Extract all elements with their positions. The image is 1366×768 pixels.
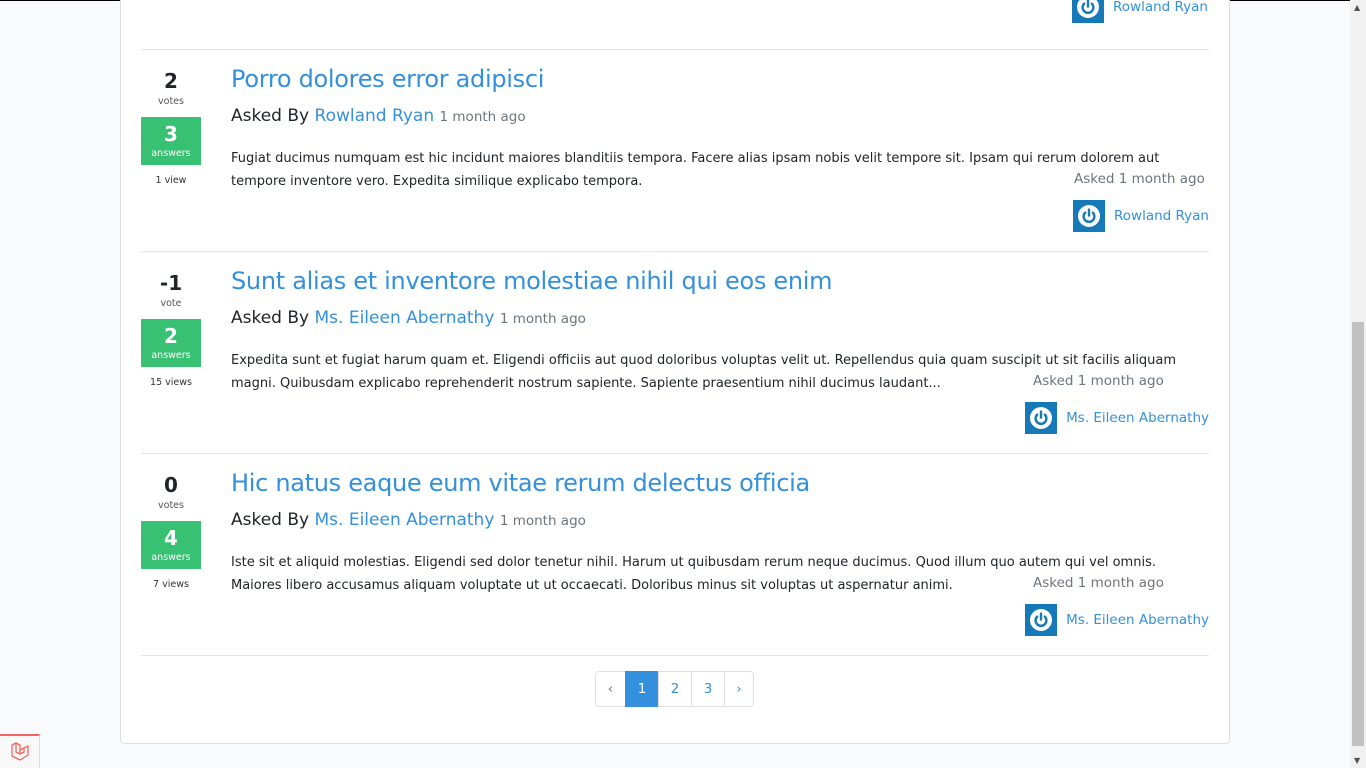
answers-count: 2 [164, 324, 178, 348]
question-title-link[interactable]: Porro dolores error adipisci [231, 65, 544, 93]
answers-label: answers [151, 148, 191, 159]
views-count: 1 view [155, 175, 187, 186]
question-item: -1 vote 2 answers 15 views Sunt alias et… [141, 251, 1209, 453]
pagination-page-1[interactable]: 1 [625, 671, 659, 707]
question-counters: 2 votes 3 answers 1 view [141, 49, 201, 186]
question-counters: -1 vote 2 answers 15 views [141, 251, 201, 388]
pagination-page-2[interactable]: 2 [658, 671, 692, 707]
answers-label: answers [151, 552, 191, 563]
scroll-down-arrow-icon[interactable]: ▼ [1354, 756, 1360, 765]
power-icon [1030, 609, 1053, 631]
power-icon [1078, 205, 1101, 227]
vertical-scrollbar[interactable]: ▲ ▼ [1350, 0, 1366, 768]
author-link[interactable]: Rowland Ryan [315, 106, 435, 126]
avatar [1072, 0, 1105, 23]
avatar [1025, 604, 1058, 636]
power-icon [1077, 0, 1100, 18]
asked-meta: Asked 1 month ago [1033, 575, 1164, 591]
divider [141, 655, 1209, 656]
question-author[interactable]: Ms. Eileen Abernathy [1025, 402, 1209, 434]
answers-badge: 2 answers [141, 319, 201, 367]
pagination-next[interactable]: › [724, 671, 754, 707]
asked-by-line: Asked By Ms. Eileen Abernathy 1 month ag… [231, 308, 586, 328]
pagination: ‹ 1 2 3 › [595, 671, 754, 707]
votes-count: 2 [164, 69, 178, 93]
author-link[interactable]: Rowland Ryan [1113, 0, 1208, 15]
pagination-page-3[interactable]: 3 [691, 671, 725, 707]
asked-time: 1 month ago [499, 513, 586, 529]
question-item: 2 votes 3 answers 1 view Porro dolores e… [141, 49, 1209, 251]
views-count: 15 views [150, 377, 192, 388]
question-author[interactable]: Ms. Eileen Abernathy [1025, 604, 1209, 636]
question-body: Sunt alias et inventore molestiae nihil … [231, 251, 1209, 453]
scroll-up-arrow-icon[interactable]: ▲ [1354, 3, 1360, 12]
author-link[interactable]: Ms. Eileen Abernathy [315, 510, 495, 530]
asked-by-label: Asked By [231, 106, 310, 126]
avatar [1073, 200, 1106, 232]
question-item: 0 votes 4 answers 7 views Hic natus eaqu… [141, 453, 1209, 655]
asked-by-label: Asked By [231, 510, 310, 530]
power-icon [1030, 407, 1053, 429]
answers-count: 4 [164, 526, 178, 550]
author-link[interactable]: Ms. Eileen Abernathy [1066, 612, 1209, 628]
votes-count: -1 [159, 271, 183, 295]
scrollbar-thumb[interactable] [1352, 322, 1364, 746]
question-body: Porro dolores error adipisci Asked By Ro… [231, 49, 1209, 251]
debugbar-toggle[interactable] [0, 734, 40, 768]
asked-by-line: Asked By Rowland Ryan 1 month ago [231, 106, 526, 126]
question-title-link[interactable]: Sunt alias et inventore molestiae nihil … [231, 267, 833, 295]
question-author[interactable]: Rowland Ryan [1073, 200, 1209, 232]
answers-badge: 3 answers [141, 117, 201, 165]
question-counters: 0 votes 4 answers 7 views [141, 453, 201, 590]
questions-card: Rowland Ryan 2 votes 3 answers 1 view Po… [120, 0, 1230, 744]
answers-label: answers [151, 350, 191, 361]
asked-meta: Asked 1 month ago [1033, 373, 1164, 389]
answers-badge: 4 answers [141, 521, 201, 569]
answers-count: 3 [164, 122, 178, 146]
author-link[interactable]: Rowland Ryan [1114, 208, 1209, 224]
question-excerpt: Fugiat ducimus numquam est hic incidunt … [231, 151, 1160, 189]
asked-by-label: Asked By [231, 308, 310, 328]
asked-meta: Asked 1 month ago [1074, 171, 1205, 187]
laravel-logo-icon [10, 742, 29, 761]
votes-label: votes [158, 96, 184, 107]
question-body: Hic natus eaque eum vitae rerum delectus… [231, 453, 1209, 655]
question-title-link[interactable]: Hic natus eaque eum vitae rerum delectus… [231, 469, 810, 497]
previous-question-author[interactable]: Rowland Ryan [1072, 0, 1208, 23]
asked-by-line: Asked By Ms. Eileen Abernathy 1 month ag… [231, 510, 586, 530]
author-link[interactable]: Ms. Eileen Abernathy [315, 308, 495, 328]
avatar [1025, 402, 1058, 434]
votes-label: votes [158, 500, 184, 511]
pagination-prev[interactable]: ‹ [595, 671, 626, 707]
author-link[interactable]: Ms. Eileen Abernathy [1066, 410, 1209, 426]
asked-time: 1 month ago [499, 311, 586, 327]
votes-count: 0 [164, 473, 178, 497]
votes-label: vote [160, 298, 182, 309]
views-count: 7 views [153, 579, 189, 590]
asked-time: 1 month ago [439, 109, 526, 125]
